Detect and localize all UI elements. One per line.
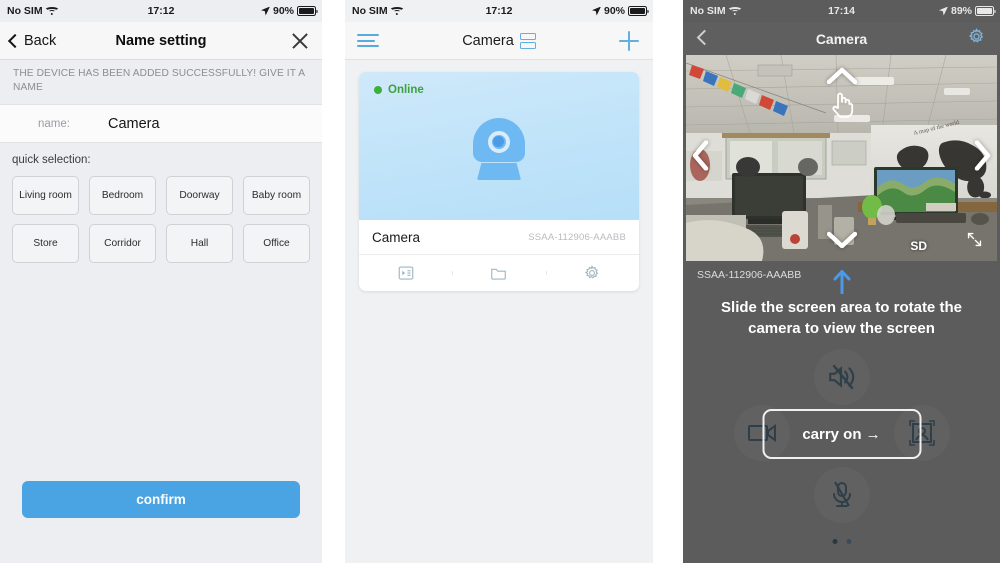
navigation-bar: Back Name setting (0, 22, 322, 60)
files-button[interactable] (452, 264, 545, 282)
tutorial-arrow (832, 268, 852, 299)
quick-option-corridor[interactable]: Corridor (89, 224, 156, 263)
speaker-mute-icon (829, 364, 855, 390)
device-name-row: Camera SSAA-112906-AAABB (359, 220, 639, 255)
hint-text: THE DEVICE HAS BEEN ADDED SUCCESSFULLY! … (0, 60, 322, 104)
quick-option-store[interactable]: Store (12, 224, 79, 263)
status-dot-icon (374, 86, 382, 94)
battery-icon (628, 6, 649, 16)
nav-title-group: Camera (345, 33, 653, 49)
battery-icon (975, 6, 996, 16)
status-bar: No SIM 17:12 90% (0, 0, 322, 22)
screenshot-stage: No SIM 17:12 90% Back Name setting THE D… (0, 0, 1000, 563)
camera-device-icon (466, 117, 532, 180)
navigation-bar: Camera (683, 22, 1000, 55)
pan-right-button[interactable] (974, 140, 991, 176)
battery-percent: 89% (950, 5, 972, 17)
quick-selection-grid: Living room Bedroom Doorway Baby room St… (12, 176, 310, 263)
chevron-up-icon (826, 67, 857, 85)
quick-option-doorway[interactable]: Doorway (166, 176, 233, 215)
screen-body: THE DEVICE HAS BEEN ADDED SUCCESSFULLY! … (0, 60, 322, 563)
chevron-right-icon (974, 140, 991, 171)
fullscreen-button[interactable] (966, 231, 983, 253)
settings-button[interactable] (967, 27, 986, 51)
live-video-feed[interactable]: A map of the world ASIA (686, 55, 997, 261)
confirm-button[interactable]: confirm (22, 481, 300, 518)
quick-option-living-room[interactable]: Living room (12, 176, 79, 215)
status-bar-right: 90% (592, 5, 649, 17)
status-label: Online (388, 84, 424, 96)
video-quality-button[interactable]: SD (910, 239, 927, 253)
list-view-toggle-icon[interactable] (519, 33, 536, 49)
screen-name-setting: No SIM 17:12 90% Back Name setting THE D… (0, 0, 322, 563)
chevron-left-icon (692, 140, 709, 171)
tutorial-text: Slide the screen area to rotate the came… (721, 299, 962, 337)
page-title: Camera (462, 32, 514, 49)
confirm-area: confirm (0, 481, 322, 563)
pan-left-button[interactable] (692, 140, 709, 176)
status-bar-right: 90% (261, 5, 318, 17)
name-input[interactable]: Camera (108, 116, 160, 132)
quick-option-bedroom[interactable]: Bedroom (89, 176, 156, 215)
status-bar-right: 89% (939, 5, 996, 17)
bottom-bar (683, 554, 1000, 563)
device-name: Camera (372, 229, 421, 245)
page-dot (846, 539, 851, 544)
settings-button[interactable] (545, 264, 639, 282)
screen-camera-live: No SIM 17:14 89% Camera A map of the wor… (683, 0, 1000, 563)
name-label: name: (38, 117, 70, 130)
filler-space (0, 271, 322, 481)
device-thumbnail[interactable]: Online (359, 72, 639, 220)
gear-icon (968, 27, 984, 43)
navigation-bar: Camera (345, 22, 653, 60)
quick-option-office[interactable]: Office (243, 224, 310, 263)
location-arrow-icon (939, 7, 948, 16)
status-badge: Online (374, 84, 424, 96)
battery-icon (297, 6, 318, 16)
name-field-row[interactable]: name: Camera (0, 104, 322, 143)
location-arrow-icon (261, 7, 270, 16)
playback-icon (398, 266, 413, 280)
page-dot-active (832, 539, 837, 544)
status-bar: No SIM 17:14 89% (683, 0, 1000, 22)
fullscreen-expand-icon (967, 232, 982, 247)
playback-button[interactable] (359, 264, 452, 282)
page-indicator-dots (832, 539, 851, 544)
device-serial: SSAA-112906-AAABB (528, 231, 626, 243)
screen-camera-list: No SIM 17:12 90% Camera Online Camera SS… (345, 0, 653, 563)
folder-icon (491, 268, 507, 280)
gear-icon (585, 265, 599, 279)
battery-percent: 90% (272, 5, 294, 17)
up-arrow-icon (833, 270, 850, 295)
location-arrow-icon (592, 7, 601, 16)
hand-pointer-icon (830, 89, 854, 124)
quick-selection-section: quick selection: Living room Bedroom Doo… (0, 143, 322, 271)
plus-add-icon[interactable] (619, 30, 639, 51)
page-title: Camera (815, 30, 868, 47)
page-title: Name setting (115, 32, 207, 49)
battery-percent: 90% (603, 5, 625, 17)
microphone-mute-icon (833, 481, 851, 507)
pan-down-button[interactable] (826, 231, 857, 253)
status-bar: No SIM 17:12 90% (345, 0, 653, 22)
pan-up-button[interactable] (826, 67, 857, 89)
close-icon[interactable] (291, 32, 309, 50)
device-tools-row (359, 255, 639, 291)
speaker-button[interactable] (814, 349, 870, 405)
device-card[interactable]: Online Camera SSAA-112906-AAABB (359, 72, 639, 291)
microphone-button[interactable] (814, 467, 870, 523)
quick-selection-title: quick selection: (12, 154, 91, 166)
carry-on-button[interactable]: carry on → (762, 409, 921, 459)
chevron-down-icon (826, 231, 857, 249)
quick-option-baby-room[interactable]: Baby room (243, 176, 310, 215)
quick-option-hall[interactable]: Hall (166, 224, 233, 263)
